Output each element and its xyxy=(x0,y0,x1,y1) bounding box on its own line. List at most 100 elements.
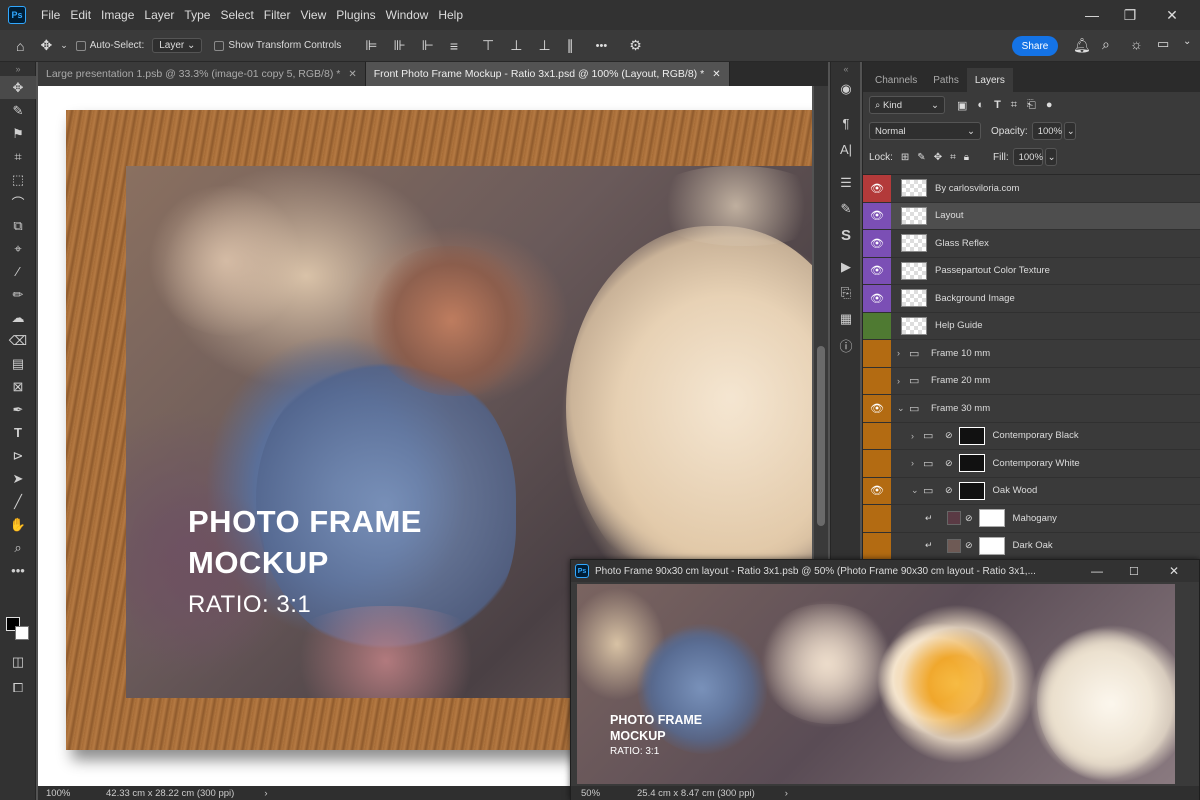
pen-tool[interactable]: ✒ xyxy=(0,398,36,421)
lock-all-icon[interactable]: 🔒︎ xyxy=(964,152,969,163)
mask-thumbnail[interactable] xyxy=(958,481,985,500)
tab-paths[interactable]: Paths xyxy=(925,68,967,92)
frame-tool[interactable]: ⊠ xyxy=(0,375,36,398)
layer-thumbnail[interactable] xyxy=(901,316,927,335)
align-bottom-icon[interactable]: ⊥ xyxy=(538,37,550,54)
stamp-tool[interactable]: ⚑ xyxy=(0,122,36,145)
line-tool[interactable]: ╱ xyxy=(0,490,36,513)
minimize-button[interactable]: — xyxy=(1072,0,1112,30)
menu-type[interactable]: Type xyxy=(179,8,215,22)
adjustments-icon[interactable]: ☰ xyxy=(831,170,861,196)
actions-play-icon[interactable]: ▶ xyxy=(831,254,861,280)
align-middle-icon[interactable]: ⊥ xyxy=(510,37,522,54)
align-left-icon[interactable]: ⊫ xyxy=(365,37,377,54)
filter-type-icon[interactable]: T xyxy=(994,99,1001,111)
expand-arrow-icon[interactable]: › xyxy=(911,458,923,468)
more-options-button[interactable]: ••• xyxy=(596,40,608,52)
menu-edit[interactable]: Edit xyxy=(65,8,96,22)
visibility-eye-icon[interactable] xyxy=(863,422,891,449)
transform-controls-checkbox[interactable] xyxy=(214,40,225,51)
healing-brush-tool[interactable]: ✎ xyxy=(0,99,36,122)
align-top-icon[interactable]: ⊤ xyxy=(482,37,494,54)
expand-arrow-icon[interactable]: › xyxy=(897,376,909,386)
gradient-tool[interactable]: ▤ xyxy=(0,352,36,375)
menu-help[interactable]: Help xyxy=(433,8,468,22)
floating-scrollbar[interactable] xyxy=(1177,584,1197,784)
layer-thumbnail[interactable] xyxy=(901,234,927,253)
visibility-eye-icon[interactable]: 👁︎ xyxy=(863,395,891,422)
path-tool[interactable]: ⊳ xyxy=(0,444,36,467)
share-button[interactable]: Share xyxy=(1012,36,1058,56)
auto-select-checkbox[interactable] xyxy=(75,40,86,51)
move-tool-icon[interactable]: ✥ xyxy=(40,37,52,54)
filter-kind-dropdown[interactable]: ⌕ Kind ⌄ xyxy=(869,96,945,114)
align-center-icon[interactable]: ⊪ xyxy=(393,37,405,54)
distribute-vertical-icon[interactable]: ∥ xyxy=(567,37,574,54)
align-right-icon[interactable]: ⊩ xyxy=(422,37,434,54)
expand-arrow-icon[interactable]: ⌄ xyxy=(911,485,923,496)
layer-thumbnail[interactable] xyxy=(901,206,927,225)
restore-button[interactable]: ❐ xyxy=(1110,0,1150,30)
search-icon[interactable]: ⌕ xyxy=(1102,36,1110,53)
visibility-eye-icon[interactable]: 👁︎ xyxy=(863,175,891,202)
more-tools-icon[interactable]: ••• xyxy=(0,559,36,582)
visibility-eye-icon[interactable] xyxy=(863,532,891,559)
layer-row[interactable]: ↵ ⊘ Dark Oak xyxy=(863,532,1200,560)
menu-layer[interactable]: Layer xyxy=(139,8,179,22)
layer-row[interactable]: 👁︎ Layout xyxy=(863,202,1200,230)
floating-window-title-bar[interactable]: Ps Photo Frame 90x30 cm layout - Ratio 3… xyxy=(571,560,1199,582)
eraser-tool[interactable]: ⌫ xyxy=(0,329,36,352)
auto-select-dropdown[interactable]: Layer ⌄ xyxy=(152,38,203,53)
collapse-icon[interactable]: « xyxy=(831,62,861,76)
brushes-icon[interactable]: ✎ xyxy=(831,196,861,222)
visibility-eye-icon[interactable]: 👁︎ xyxy=(863,202,891,229)
collapse-icon[interactable]: » xyxy=(0,62,36,76)
filter-toggle-icon[interactable]: ● xyxy=(1046,99,1053,111)
lock-artboard-icon[interactable]: ⌗ xyxy=(950,152,956,163)
lock-position-icon[interactable]: ✥ xyxy=(934,152,942,163)
tab-channels[interactable]: Channels xyxy=(867,68,925,92)
menu-filter[interactable]: Filter xyxy=(259,8,296,22)
move-tool[interactable]: ✥ xyxy=(0,76,36,99)
object-select-tool[interactable]: ⧉ xyxy=(0,214,36,237)
styles-icon[interactable]: S xyxy=(831,222,861,248)
hand-tool[interactable]: ✋ xyxy=(0,513,36,536)
chevron-down-icon[interactable]: ⌄ xyxy=(60,40,68,51)
menu-image[interactable]: Image xyxy=(96,8,139,22)
close-window-button[interactable]: ✕ xyxy=(1169,564,1179,578)
mask-thumbnail[interactable] xyxy=(978,536,1005,555)
screen-mode-icon[interactable]: ⧠ xyxy=(0,676,36,699)
expand-arrow-icon[interactable]: ⌄ xyxy=(897,403,909,414)
link-icon[interactable]: ⊘ xyxy=(945,485,953,496)
visibility-eye-icon[interactable] xyxy=(863,312,891,339)
lasso-tool[interactable]: ⌒ xyxy=(0,191,36,214)
filter-shape-icon[interactable]: ⌗ xyxy=(1011,99,1017,112)
visibility-eye-icon[interactable] xyxy=(863,340,891,367)
scrollbar-thumb[interactable] xyxy=(817,346,825,526)
layer-row[interactable]: 👁︎ Glass Reflex xyxy=(863,230,1200,258)
status-arrow[interactable]: › xyxy=(785,788,788,799)
layer-row[interactable]: › ▭ ⊘ Contemporary Black xyxy=(863,422,1200,450)
mask-thumbnail[interactable] xyxy=(958,454,985,473)
menu-select[interactable]: Select xyxy=(215,8,258,22)
bell-icon[interactable]: 🔔︎ xyxy=(1073,37,1091,54)
floating-canvas[interactable]: PHOTO FRAME MOCKUP RATIO: 3:1 xyxy=(577,584,1175,784)
visibility-eye-icon[interactable] xyxy=(863,450,891,477)
layer-row[interactable]: 👁︎ ⌄ ▭ Frame 30 mm xyxy=(863,395,1200,423)
type-tool[interactable]: T xyxy=(0,421,36,444)
direct-select-tool[interactable]: ➤ xyxy=(0,467,36,490)
gear-icon[interactable]: ⚙ xyxy=(629,37,642,54)
fill-input[interactable]: 100% xyxy=(1012,148,1043,166)
layer-row[interactable]: ↵ ⊘ Mahogany xyxy=(863,505,1200,533)
visibility-eye-icon[interactable] xyxy=(863,367,891,394)
crop-tool[interactable]: ⌖ xyxy=(0,237,36,260)
zoom-level[interactable]: 50% xyxy=(581,788,629,799)
eyedropper-tool[interactable]: ⁄ xyxy=(0,260,36,283)
menu-file[interactable]: File xyxy=(36,8,65,22)
color-swatch[interactable] xyxy=(947,511,961,526)
character-icon[interactable]: A| xyxy=(831,136,861,162)
visibility-eye-icon[interactable] xyxy=(863,505,891,532)
clone-tool[interactable]: ☁ xyxy=(0,306,36,329)
history-icon[interactable]: ◉ xyxy=(831,76,861,102)
lock-pixels-icon[interactable]: ✎ xyxy=(917,152,925,163)
